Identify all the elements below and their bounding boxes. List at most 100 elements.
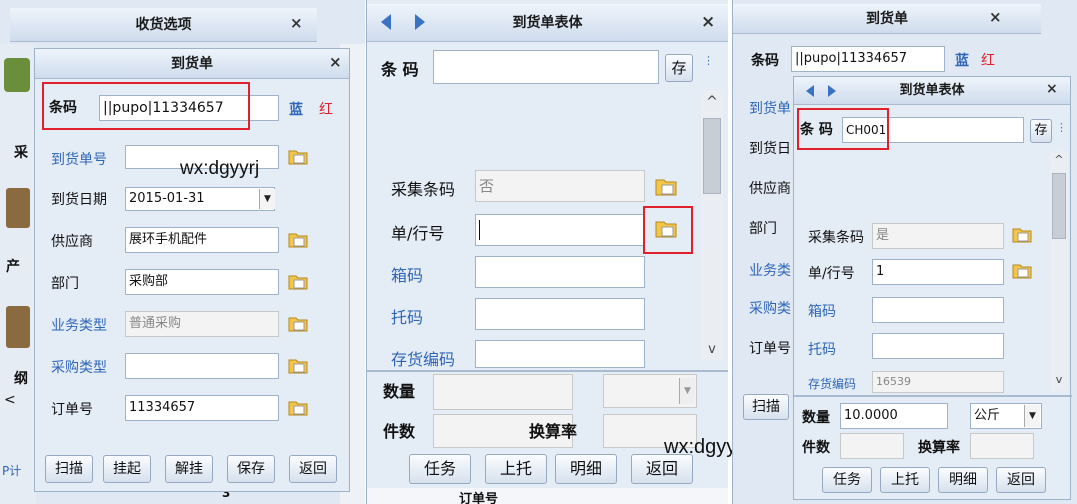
detail-button[interactable]: 明细 <box>555 454 617 484</box>
background-icon <box>4 58 30 92</box>
divider <box>367 370 728 372</box>
rate-input[interactable] <box>970 433 1034 459</box>
collect-barcode-input[interactable]: 是 <box>872 223 1004 249</box>
field-label-purchase-type: 采购类型 <box>51 360 107 376</box>
pallet-code-input[interactable] <box>872 333 1004 359</box>
box-code-input[interactable] <box>475 256 645 288</box>
qty-input[interactable] <box>433 374 573 410</box>
nav-back-icon[interactable] <box>806 85 814 97</box>
pallet-button[interactable]: 上托 <box>880 467 930 493</box>
blue-button[interactable]: 蓝 <box>289 99 303 119</box>
back-button[interactable]: 返回 <box>289 455 337 483</box>
field-label-inventory-code: 存货编码 <box>808 377 857 391</box>
folder-icon[interactable] <box>288 314 308 332</box>
collect-barcode-input[interactable]: 否 <box>475 170 645 202</box>
left-arrow[interactable]: < <box>4 392 16 408</box>
dialog-title: 到货单 <box>171 56 213 72</box>
nav-back-icon[interactable] <box>381 14 391 30</box>
barcode-label: 条码 <box>751 53 779 69</box>
qty-label: 数量 <box>802 410 830 426</box>
department-input[interactable]: 采购部 <box>125 269 279 295</box>
order-line-input[interactable]: 1 <box>872 259 1004 285</box>
highlight-box <box>42 82 250 130</box>
blue-button[interactable]: 蓝 <box>955 50 969 70</box>
scroll-up-icon[interactable]: ^ <box>703 94 721 110</box>
nav-forward-icon[interactable] <box>828 85 836 97</box>
bottom-strip <box>367 488 728 504</box>
folder-icon[interactable] <box>288 230 308 248</box>
barcode-input[interactable]: ||pupo|11334657 <box>791 46 945 72</box>
red-button[interactable]: 红 <box>981 50 995 70</box>
business-type-input[interactable]: 普通采购 <box>125 311 279 337</box>
folder-icon[interactable] <box>655 176 677 196</box>
background-stub: 订单号 <box>459 492 499 504</box>
background-icon <box>6 306 30 348</box>
task-button[interactable]: 任务 <box>409 454 471 484</box>
back-button[interactable]: 返回 <box>996 467 1046 493</box>
scan-button[interactable]: 扫描 <box>45 455 93 483</box>
chevron-down-icon[interactable]: ▼ <box>259 189 275 209</box>
arrival-date-select[interactable]: 2015-01-31 <box>125 187 275 211</box>
save-button[interactable]: 存 <box>665 54 693 82</box>
side-label-3: 纲 <box>14 371 28 387</box>
inner-close-button[interactable]: × <box>1046 81 1058 97</box>
field-label-department: 部门 <box>51 276 79 292</box>
rate-label: 换算率 <box>918 440 960 456</box>
suspend-button[interactable]: 挂起 <box>103 455 151 483</box>
scroll-up-icon[interactable]: ^ <box>1051 153 1067 166</box>
outer-close-button[interactable]: × <box>290 14 303 32</box>
scroll-down-icon[interactable]: v <box>703 342 721 357</box>
scroll-thumb[interactable] <box>703 118 721 194</box>
folder-icon[interactable] <box>288 147 308 165</box>
scan-button[interactable]: 扫描 <box>743 394 789 420</box>
field-label-collect-barcode: 采集条码 <box>808 230 864 246</box>
task-button[interactable]: 任务 <box>822 467 872 493</box>
inventory-code-input[interactable]: 16539 <box>872 371 1004 393</box>
order-line-input[interactable] <box>475 214 645 246</box>
red-button[interactable]: 红 <box>319 99 333 119</box>
resume-button[interactable]: 解挂 <box>165 455 213 483</box>
field-label-collect-barcode: 采集条码 <box>391 180 456 199</box>
barcode-input[interactable] <box>433 50 659 84</box>
nav-forward-icon[interactable] <box>415 14 425 30</box>
field-label-supplier: 供应商 <box>51 234 93 250</box>
chevron-down-icon[interactable]: ▼ <box>1024 405 1040 427</box>
save-button[interactable]: 存 <box>1030 119 1052 143</box>
side-label-2: 产 <box>6 259 20 275</box>
field-label-pallet-code: 托码 <box>808 342 836 358</box>
scroll-thumb[interactable] <box>1052 173 1066 239</box>
folder-icon[interactable] <box>288 272 308 290</box>
order-no-input[interactable]: 11334657 <box>125 395 279 421</box>
side-label-1: 采 <box>14 145 28 161</box>
folder-icon[interactable] <box>1012 225 1032 243</box>
field-label-box-code: 箱码 <box>808 304 836 320</box>
outer-close-button[interactable]: × <box>989 8 1002 26</box>
detail-button[interactable]: 明细 <box>938 467 988 493</box>
dialog-close-button[interactable]: × <box>329 53 342 71</box>
field-label-arrival-no: 到货单号 <box>51 152 107 168</box>
supplier-input[interactable]: 展环手机配件 <box>125 227 279 253</box>
pallet-button[interactable]: 上托 <box>485 454 547 484</box>
scroll-down-icon[interactable]: v <box>1051 373 1067 386</box>
divider <box>794 395 1072 397</box>
outer-titlebar: 收货选项 <box>10 8 317 42</box>
body-close-button[interactable]: × <box>701 12 715 32</box>
chevron-down-icon[interactable]: ▼ <box>679 378 695 404</box>
pallet-code-input[interactable] <box>475 298 645 330</box>
pieces-input[interactable] <box>840 433 904 459</box>
box-code-input[interactable] <box>872 297 1004 323</box>
inventory-code-input[interactable] <box>475 340 645 368</box>
purchase-type-input[interactable] <box>125 353 279 379</box>
save-button[interactable]: 保存 <box>227 455 275 483</box>
qty-input[interactable]: 10.0000 <box>840 403 948 429</box>
dots-icon[interactable]: ⋮ <box>1056 121 1067 134</box>
highlight-box <box>797 108 889 150</box>
dots-icon[interactable]: ⋮ <box>703 54 714 67</box>
inner-title: 到货单表体 <box>899 83 965 98</box>
folder-icon[interactable] <box>1012 261 1032 279</box>
field-label-order-no: 订单号 <box>51 402 93 418</box>
folder-icon[interactable] <box>288 398 308 416</box>
highlight-box <box>643 206 693 254</box>
folder-icon[interactable] <box>288 356 308 374</box>
dialog-titlebar: 到货单 <box>35 49 349 79</box>
